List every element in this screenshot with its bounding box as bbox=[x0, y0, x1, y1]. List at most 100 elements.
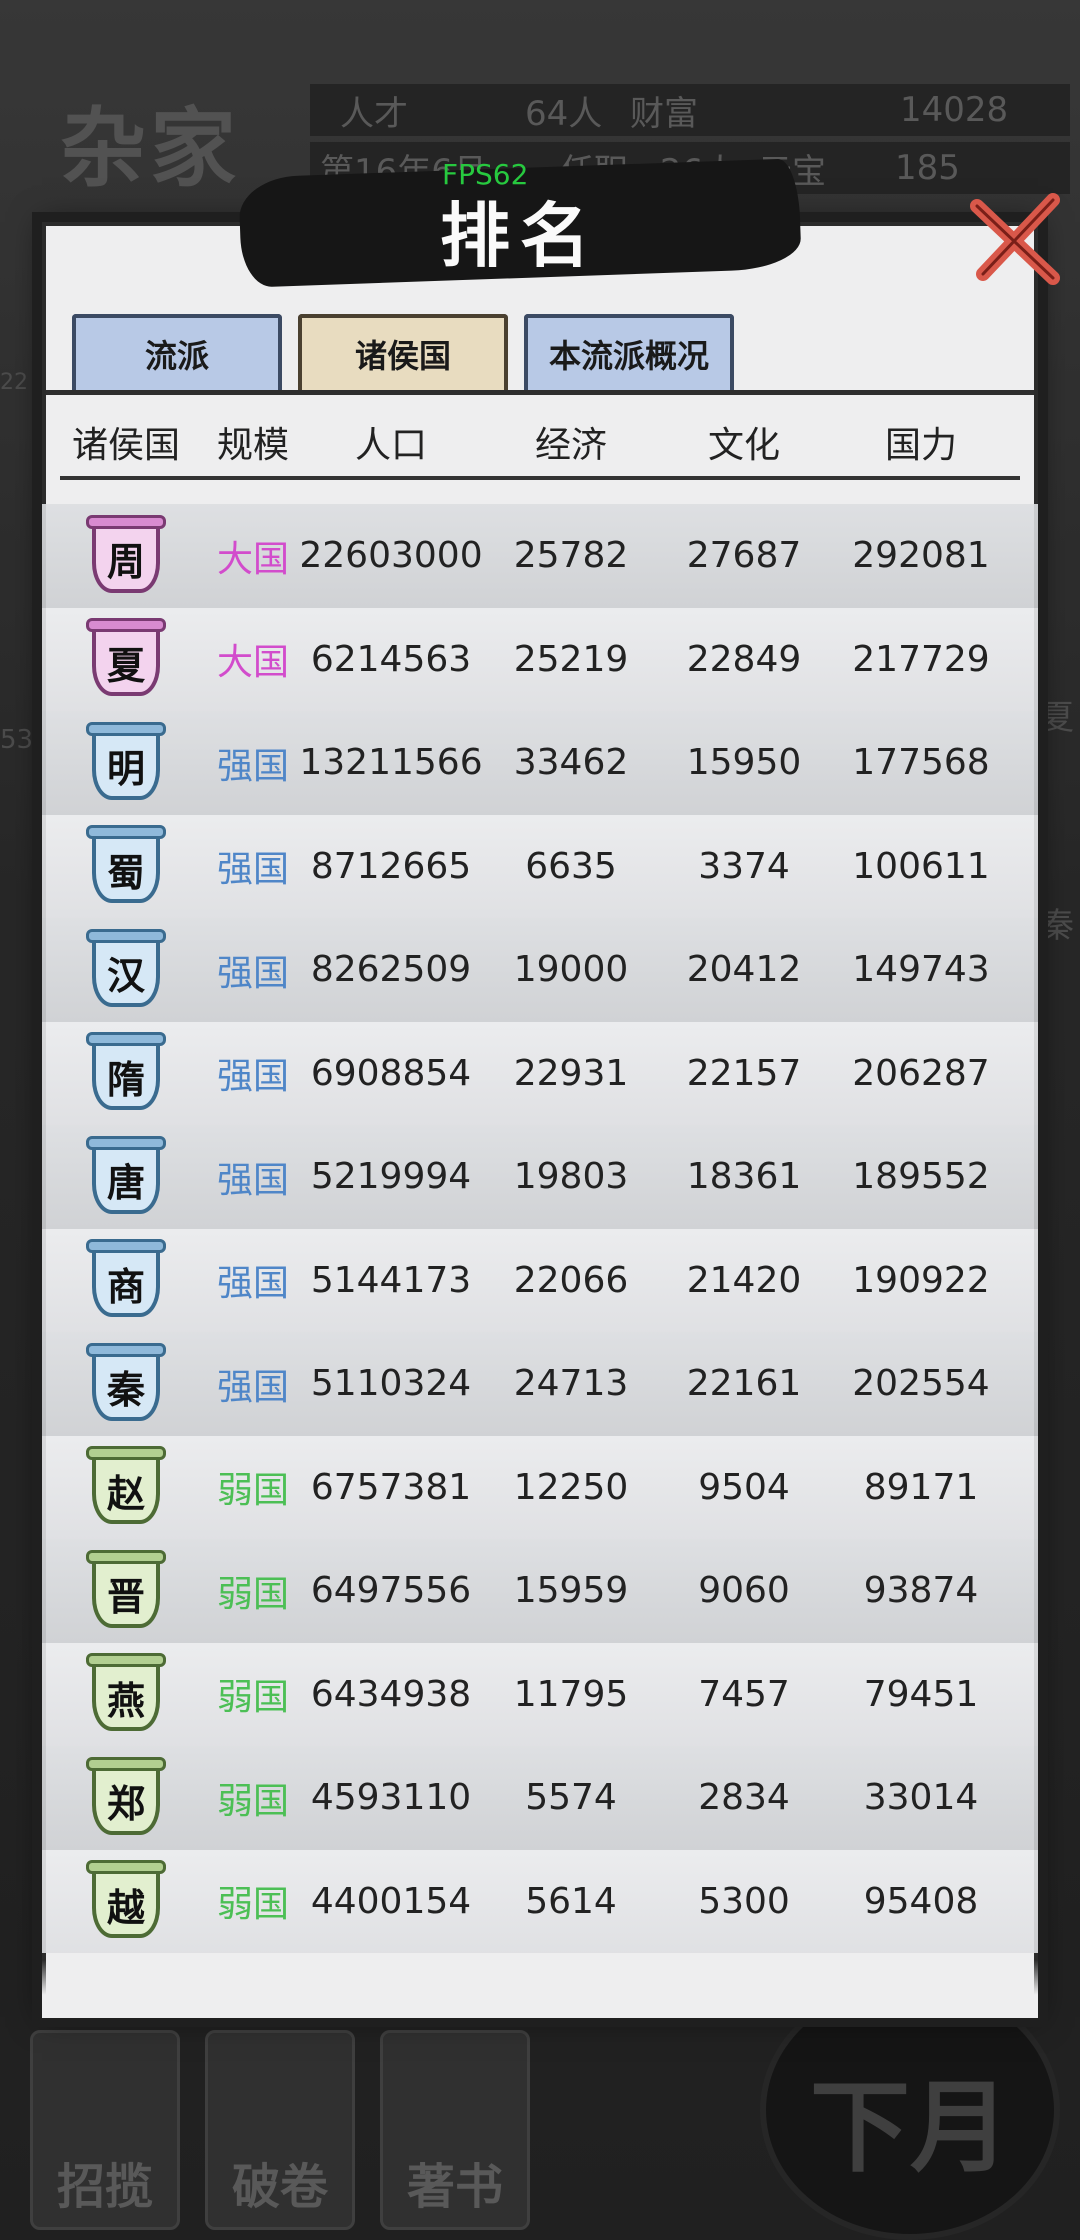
state-flag-cell: 夏 bbox=[42, 614, 210, 704]
state-population: 4400154 bbox=[310, 1880, 472, 1922]
header-power: 国力 bbox=[884, 425, 957, 466]
state-scale: 弱国 bbox=[216, 1780, 289, 1822]
state-economy: 6635 bbox=[525, 845, 617, 887]
tab-divider bbox=[46, 390, 1034, 395]
table-row[interactable]: 夏 大国 6214563 25219 22849 217729 bbox=[42, 607, 1038, 711]
state-population: 8712665 bbox=[310, 845, 472, 887]
state-name: 商 bbox=[106, 1263, 145, 1309]
state-banner-icon: 晋 bbox=[86, 1546, 166, 1636]
state-economy: 5574 bbox=[525, 1777, 617, 1819]
ranking-tabs: 流派 诸侯国 本流派概况 bbox=[72, 314, 734, 390]
list-fade bbox=[42, 1960, 1038, 2018]
header-divider bbox=[60, 476, 1020, 480]
state-economy: 22931 bbox=[513, 1052, 629, 1094]
state-name: 汉 bbox=[106, 953, 145, 999]
state-banner-icon: 明 bbox=[86, 718, 166, 808]
close-button[interactable] bbox=[965, 188, 1065, 288]
state-culture: 15950 bbox=[686, 742, 802, 784]
state-power: 93874 bbox=[863, 1570, 979, 1612]
state-power: 100611 bbox=[852, 845, 990, 887]
table-row[interactable]: 秦 强国 5110324 24713 22161 202554 bbox=[42, 1332, 1038, 1436]
state-banner-icon: 周 bbox=[86, 511, 166, 601]
table-row[interactable]: 商 强国 5144173 22066 21420 190922 bbox=[42, 1228, 1038, 1332]
state-banner-icon: 燕 bbox=[86, 1649, 166, 1739]
state-flag-cell: 隋 bbox=[42, 1028, 210, 1118]
table-row[interactable]: 唐 强国 5219994 19803 18361 189552 bbox=[42, 1125, 1038, 1229]
state-culture: 9060 bbox=[698, 1570, 790, 1612]
state-name: 燕 bbox=[106, 1677, 145, 1723]
table-row[interactable]: 汉 强国 8262509 19000 20412 149743 bbox=[42, 918, 1038, 1022]
tab-school-overview-label: 本流派概况 bbox=[548, 337, 709, 375]
state-economy: 19803 bbox=[513, 1156, 629, 1198]
state-economy: 25219 bbox=[513, 638, 629, 680]
state-power: 292081 bbox=[852, 535, 990, 577]
table-row[interactable]: 越 弱国 4400154 5614 5300 95408 bbox=[42, 1849, 1038, 1953]
table-header: 诸侯国 规模 人口 经济 文化 国力 bbox=[42, 404, 1038, 480]
state-power: 149743 bbox=[852, 949, 990, 991]
state-scale: 强国 bbox=[216, 1366, 289, 1408]
state-scale: 大国 bbox=[216, 642, 289, 684]
state-scale: 强国 bbox=[216, 952, 289, 994]
state-economy: 11795 bbox=[513, 1673, 629, 1715]
state-population: 5219994 bbox=[310, 1156, 472, 1198]
state-population: 13211566 bbox=[299, 742, 483, 784]
state-economy: 25782 bbox=[513, 535, 629, 577]
fps-counter: FPS62 bbox=[442, 158, 529, 191]
state-name: 唐 bbox=[106, 1160, 145, 1206]
state-power: 33014 bbox=[863, 1777, 979, 1819]
table-row[interactable]: 晋 弱国 6497556 15959 9060 93874 bbox=[42, 1539, 1038, 1643]
tab-states-label: 诸侯国 bbox=[354, 337, 451, 375]
state-culture: 7457 bbox=[698, 1673, 790, 1715]
state-flag-cell: 赵 bbox=[42, 1442, 210, 1532]
tab-school-overview[interactable]: 本流派概况 bbox=[524, 314, 734, 390]
state-culture: 22849 bbox=[686, 638, 802, 680]
panel-title: 排名 bbox=[440, 194, 600, 277]
state-culture: 9504 bbox=[698, 1466, 790, 1508]
table-row[interactable]: 燕 弱国 6434938 11795 7457 79451 bbox=[42, 1642, 1038, 1746]
state-population: 8262509 bbox=[310, 949, 472, 991]
state-name: 周 bbox=[106, 539, 145, 585]
state-culture: 5300 bbox=[698, 1880, 790, 1922]
state-population: 6214563 bbox=[310, 638, 472, 680]
state-flag-cell: 郑 bbox=[42, 1753, 210, 1843]
state-scale: 大国 bbox=[216, 538, 289, 580]
table-row[interactable]: 明 强国 13211566 33462 15950 177568 bbox=[42, 711, 1038, 815]
table-row[interactable]: 郑 弱国 4593110 5574 2834 33014 bbox=[42, 1746, 1038, 1850]
state-population: 4593110 bbox=[310, 1777, 472, 1819]
state-banner-icon: 隋 bbox=[86, 1028, 166, 1118]
state-power: 217729 bbox=[852, 638, 990, 680]
table-row[interactable]: 赵 弱国 6757381 12250 9504 89171 bbox=[42, 1435, 1038, 1539]
state-population: 5110324 bbox=[310, 1363, 472, 1405]
state-banner-icon: 汉 bbox=[86, 925, 166, 1015]
table-row[interactable]: 蜀 强国 8712665 6635 3374 100611 bbox=[42, 814, 1038, 918]
state-banner-icon: 郑 bbox=[86, 1753, 166, 1843]
state-banner-icon: 赵 bbox=[86, 1442, 166, 1532]
state-scale: 强国 bbox=[216, 1159, 289, 1201]
state-power: 189552 bbox=[852, 1156, 990, 1198]
state-flag-cell: 明 bbox=[42, 718, 210, 808]
state-scale: 强国 bbox=[216, 745, 289, 787]
state-population: 6757381 bbox=[310, 1466, 472, 1508]
state-flag-cell: 燕 bbox=[42, 1649, 210, 1739]
state-economy: 22066 bbox=[513, 1259, 629, 1301]
state-flag-cell: 晋 bbox=[42, 1546, 210, 1636]
state-banner-icon: 蜀 bbox=[86, 821, 166, 911]
tab-states[interactable]: 诸侯国 bbox=[298, 314, 508, 390]
state-name: 明 bbox=[106, 746, 145, 792]
state-population: 6434938 bbox=[310, 1673, 472, 1715]
state-economy: 12250 bbox=[513, 1466, 629, 1508]
state-name: 蜀 bbox=[106, 849, 145, 895]
tab-school[interactable]: 流派 bbox=[72, 314, 282, 390]
state-name: 晋 bbox=[106, 1574, 145, 1620]
state-flag-cell: 周 bbox=[42, 511, 210, 601]
state-banner-icon: 商 bbox=[86, 1235, 166, 1325]
header-state: 诸侯国 bbox=[71, 425, 180, 466]
state-scale: 弱国 bbox=[216, 1884, 289, 1926]
table-row[interactable]: 周 大国 22603000 25782 27687 292081 bbox=[42, 504, 1038, 608]
state-scale: 弱国 bbox=[216, 1573, 289, 1615]
table-row[interactable]: 隋 强国 6908854 22931 22157 206287 bbox=[42, 1021, 1038, 1125]
state-culture: 3374 bbox=[698, 845, 790, 887]
state-name: 隋 bbox=[106, 1056, 145, 1102]
state-name: 郑 bbox=[106, 1781, 145, 1827]
state-population: 22603000 bbox=[299, 535, 483, 577]
